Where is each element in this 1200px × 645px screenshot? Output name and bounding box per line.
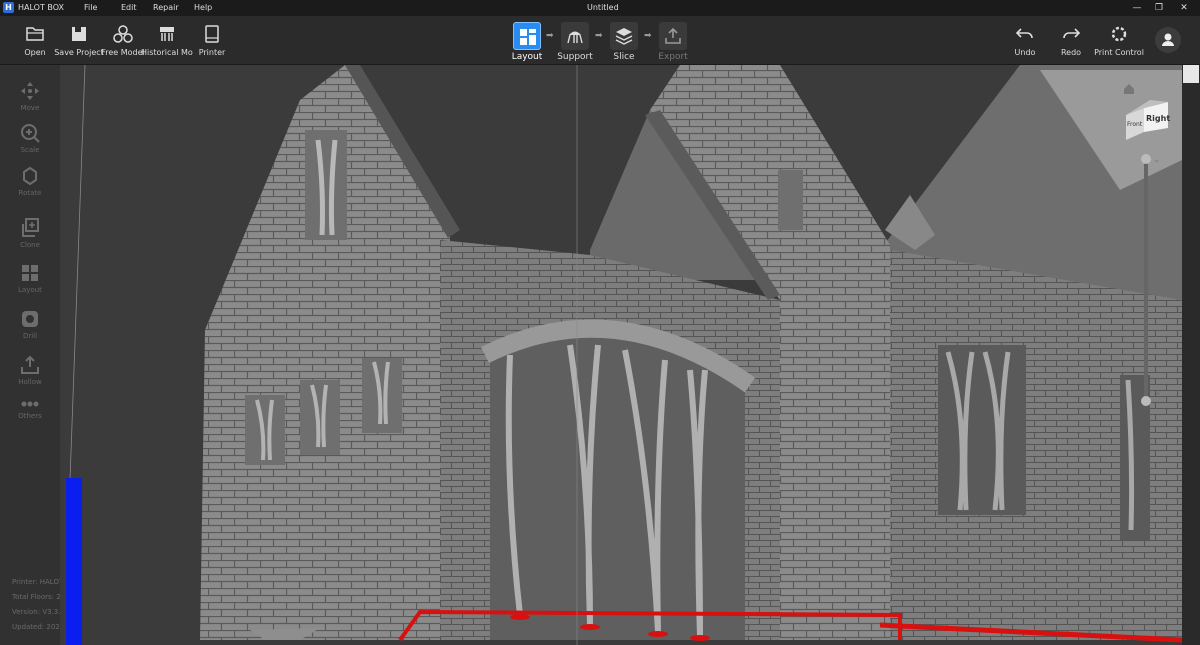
save-project-icon	[72, 27, 86, 41]
layer-slider-top-handle[interactable]	[1141, 154, 1151, 164]
historical-model-button[interactable]: Historical Model	[141, 16, 193, 64]
slice-icon	[615, 28, 633, 45]
rotate-tool-button[interactable]: Rotate	[0, 166, 60, 206]
slice-step-button[interactable]	[610, 22, 638, 50]
redo-label: Redo	[1060, 48, 1082, 57]
clone-tool-button[interactable]: Clone	[0, 218, 60, 258]
layer-slider-track[interactable]	[1144, 158, 1148, 403]
others-icon	[21, 401, 39, 407]
save-project-button[interactable]: Save Project	[54, 16, 104, 64]
layout-step-label: Layout	[511, 52, 543, 62]
free-model-button[interactable]: Free Model	[101, 16, 145, 64]
clone-tool-label: Clone	[20, 241, 40, 249]
rotate-tool-label: Rotate	[18, 189, 42, 197]
nav-cube-front-label: Front	[1127, 121, 1143, 128]
nav-cube-icon: Front Right	[1126, 100, 1170, 140]
right-scrollbar[interactable]	[1182, 65, 1200, 645]
hollow-icon	[21, 355, 39, 374]
auto-layout-tool-button[interactable]: Layout	[0, 263, 60, 303]
move-tool-label: Move	[20, 104, 40, 112]
step-arrow-icon: ➡	[644, 31, 652, 41]
3d-model-scene	[66, 65, 1182, 645]
menu-help[interactable]: Help	[194, 3, 212, 12]
auto-layout-icon	[22, 265, 38, 281]
user-avatar-button[interactable]	[1155, 27, 1181, 53]
free-model-icon	[113, 25, 133, 43]
document-title: Untitled	[587, 3, 619, 12]
redo-icon	[1063, 28, 1081, 39]
hollow-tool-label: Hollow	[18, 378, 42, 386]
auto-layout-tool-label: Layout	[18, 286, 42, 294]
layout-step-button[interactable]	[513, 22, 541, 50]
nav-cube-right-label: Right	[1146, 114, 1170, 123]
layer-slider-bottom-handle[interactable]	[1141, 396, 1151, 406]
historical-model-icon	[160, 27, 174, 41]
title-bar: H HALOT BOX File Edit Repair Help Untitl…	[0, 0, 1200, 16]
main-toolbar: Open Save Project Free Model Historical …	[0, 16, 1200, 65]
step-arrow-icon: ➡	[546, 31, 554, 41]
minimize-button[interactable]: —	[1130, 1, 1144, 15]
clone-icon	[22, 218, 39, 237]
redo-button[interactable]: Redo	[1049, 16, 1093, 64]
open-button[interactable]: Open	[13, 16, 57, 64]
scale-icon	[21, 124, 40, 143]
z-axis-indicator	[66, 478, 82, 645]
undo-button[interactable]: Undo	[1003, 16, 1047, 64]
app-name: HALOT BOX	[18, 3, 64, 12]
menu-file[interactable]: File	[84, 3, 97, 12]
print-control-button[interactable]: Print Control	[1094, 16, 1144, 64]
print-control-icon	[1111, 26, 1127, 42]
close-button[interactable]: ✕	[1177, 1, 1191, 15]
export-icon	[665, 27, 681, 44]
export-step-button[interactable]	[659, 22, 687, 50]
scale-tool-label: Scale	[20, 146, 40, 154]
undo-label: Undo	[1014, 48, 1036, 57]
undo-icon	[1015, 28, 1033, 39]
drill-tool-label: Drill	[22, 332, 38, 340]
view-navigation-cube[interactable]: Front Right	[1124, 100, 1170, 142]
folder-open-icon	[26, 27, 44, 41]
export-step-label: Export	[658, 52, 688, 62]
layout-icon	[520, 29, 536, 45]
user-icon	[1162, 33, 1174, 46]
restore-button[interactable]: ❐	[1152, 1, 1166, 15]
app-logo: H	[3, 2, 14, 13]
support-icon	[567, 31, 583, 44]
support-step-button[interactable]	[561, 22, 589, 50]
support-step-label: Support	[557, 52, 593, 62]
slider-up-chevron-icon[interactable]: ⌃	[1154, 392, 1162, 402]
others-tool-label: Others	[18, 412, 42, 420]
drill-icon	[22, 311, 38, 327]
drill-tool-button[interactable]: Drill	[0, 309, 60, 349]
printer-icon	[205, 25, 219, 43]
scrollbar-thumb[interactable]	[1183, 65, 1199, 83]
slice-step-label: Slice	[613, 52, 635, 62]
move-icon	[21, 82, 39, 100]
move-tool-button[interactable]: Move	[0, 81, 60, 121]
printer-button[interactable]: Printer	[190, 16, 234, 64]
home-icon	[1124, 84, 1134, 94]
menu-repair[interactable]: Repair	[153, 3, 179, 12]
zoom-collapse-chevron-icon[interactable]: ⌄	[1153, 155, 1161, 165]
scale-tool-button[interactable]: Scale	[0, 123, 60, 163]
tool-sidebar: Move Scale Rotate Clone Layout Drill Hol…	[0, 65, 107, 645]
3d-viewport[interactable]	[60, 65, 1182, 645]
menu-edit[interactable]: Edit	[121, 3, 137, 12]
print-control-label: Print Control	[1094, 48, 1144, 57]
home-view-button[interactable]	[1123, 80, 1135, 94]
others-tool-button[interactable]: Others	[0, 398, 60, 438]
hollow-tool-button[interactable]: Hollow	[0, 355, 60, 395]
rotate-icon	[23, 166, 37, 186]
printer-label: Printer	[198, 48, 226, 57]
step-arrow-icon: ➡	[595, 31, 603, 41]
